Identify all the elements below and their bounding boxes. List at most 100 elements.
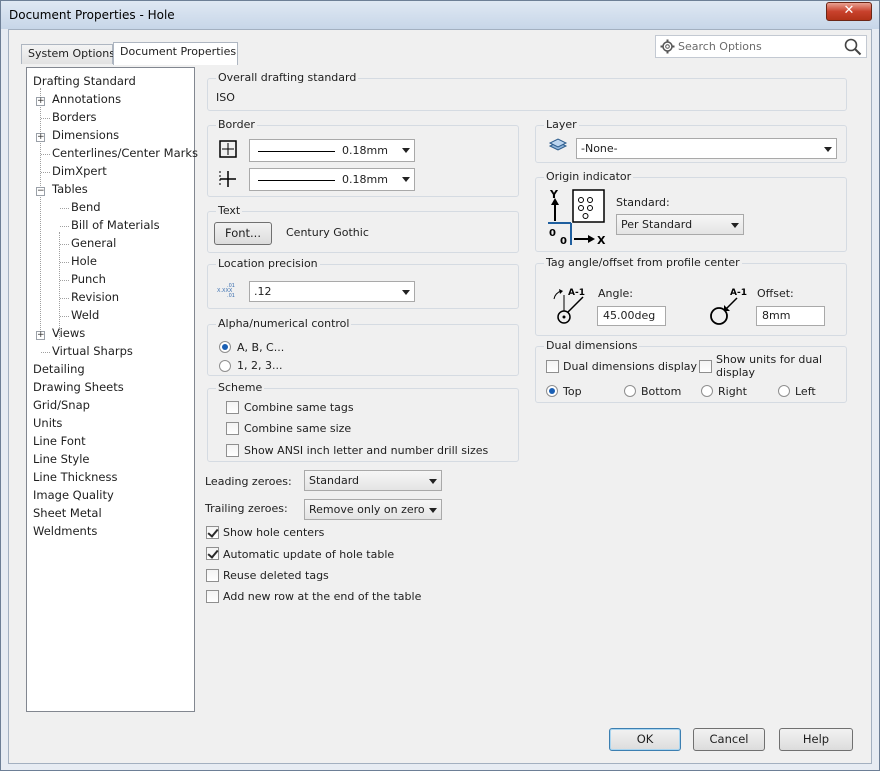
angle-input[interactable]: 45.00deg	[597, 306, 666, 326]
tree-item-hole[interactable]: Hole	[71, 254, 97, 268]
tree-item-general[interactable]: General	[71, 236, 116, 250]
border-thickness-dropdown[interactable]: 0.18mm	[249, 139, 415, 162]
overall-standard-label: Overall drafting standard	[216, 71, 359, 84]
svg-text:X: X	[597, 234, 606, 247]
location-precision-value: .12	[254, 285, 272, 298]
show-units-dual-checkbox[interactable]	[699, 360, 712, 373]
close-button[interactable]: ✕	[826, 2, 872, 21]
tree-item-grid-snap[interactable]: Grid/Snap	[33, 398, 90, 412]
chevron-down-icon	[824, 147, 832, 152]
text-group: Text Font... Century Gothic	[207, 204, 519, 253]
tree-item-virtual-sharps[interactable]: Virtual Sharps	[52, 344, 133, 358]
tree-item-sheet-metal[interactable]: Sheet Metal	[33, 506, 102, 520]
expand-icon[interactable]: +	[36, 331, 45, 340]
expand-icon[interactable]: +	[36, 97, 45, 106]
reuse-deleted-tags-checkbox[interactable]	[206, 569, 219, 582]
alpha-numerical-label: Alpha/numerical control	[216, 317, 352, 330]
location-precision-group: Location precision .01 X.XXX .01 .12	[207, 257, 519, 309]
leading-zeroes-dropdown[interactable]: Standard	[304, 470, 442, 491]
tree-item-centerlines[interactable]: Centerlines/Center Marks	[52, 146, 198, 160]
collapse-icon[interactable]: −	[36, 187, 45, 196]
tree-item-bend[interactable]: Bend	[71, 200, 101, 214]
tree-item-drawing-sheets[interactable]: Drawing Sheets	[33, 380, 124, 394]
angle-label: Angle:	[598, 287, 634, 300]
layer-group: Layer -None-	[535, 118, 847, 163]
search-icon[interactable]	[844, 38, 862, 56]
tree-item-dimxpert[interactable]: DimXpert	[52, 164, 107, 178]
tree-item-detailing[interactable]: Detailing	[33, 362, 85, 376]
tab-document-properties[interactable]: Document Properties	[113, 42, 238, 65]
tree-item-annotations[interactable]: Annotations	[52, 92, 121, 106]
tree-item-borders[interactable]: Borders	[52, 110, 97, 124]
tag-offset-icon: A-1	[710, 288, 747, 325]
search-input[interactable]: Search Options	[678, 40, 762, 53]
origin-standard-value: Per Standard	[621, 218, 693, 231]
tree-item-views[interactable]: Views	[52, 326, 85, 340]
show-ansi-checkbox[interactable]	[226, 444, 239, 457]
auto-update-label: Automatic update of hole table	[223, 548, 395, 561]
tree-item-bill-of-materials[interactable]: Bill of Materials	[71, 218, 160, 232]
expand-icon[interactable]: +	[36, 133, 45, 142]
show-hole-centers-checkbox[interactable]	[206, 526, 219, 539]
search-box[interactable]: Search Options	[655, 35, 867, 58]
location-precision-dropdown[interactable]: .12	[249, 281, 415, 302]
show-units-dual-label: Show units for dual display	[716, 353, 823, 379]
offset-input[interactable]: 8mm	[756, 306, 825, 326]
options-panel: Overall drafting standard ISO Border 0.1…	[196, 67, 856, 712]
ok-button[interactable]: OK	[609, 728, 681, 751]
tree-line	[41, 352, 50, 353]
border-group: Border 0.18mm 0.18mm	[207, 118, 519, 197]
tree-item-drafting-standard[interactable]: Drafting Standard	[33, 74, 136, 88]
font-name: Century Gothic	[286, 226, 369, 239]
combine-same-tags-checkbox[interactable]	[226, 401, 239, 414]
help-button[interactable]: Help	[779, 728, 853, 751]
dual-dimensions-display-checkbox[interactable]	[546, 360, 559, 373]
cancel-button[interactable]: Cancel	[693, 728, 765, 751]
tree-item-line-thickness[interactable]: Line Thickness	[33, 470, 117, 484]
tree-item-revision[interactable]: Revision	[71, 290, 119, 304]
add-new-row-label: Add new row at the end of the table	[223, 590, 422, 603]
tree-item-weld[interactable]: Weld	[71, 308, 99, 322]
tab-system-options[interactable]: System Options	[21, 44, 115, 64]
alpha-radio[interactable]	[219, 341, 231, 353]
trailing-zeroes-dropdown[interactable]: Remove only on zero	[304, 499, 442, 520]
tree-line	[60, 226, 69, 227]
alpha-numerical-group: Alpha/numerical control A, B, C... 1, 2,…	[207, 317, 519, 376]
combine-same-size-checkbox[interactable]	[226, 422, 239, 435]
add-new-row-checkbox[interactable]	[206, 590, 219, 603]
dialog-window: Document Properties - Hole ✕ System Opti…	[0, 0, 880, 771]
svg-text:.01: .01	[227, 293, 235, 298]
zone-line-thickness-dropdown[interactable]: 0.18mm	[249, 168, 415, 191]
tree-item-line-style[interactable]: Line Style	[33, 452, 90, 466]
dual-right-radio[interactable]	[701, 385, 713, 397]
chevron-down-icon	[402, 177, 410, 182]
chevron-down-icon	[429, 479, 437, 484]
dual-bottom-radio[interactable]	[624, 385, 636, 397]
trailing-zeroes-label: Trailing zeroes:	[205, 502, 288, 515]
origin-indicator-icon: Y 00 X	[548, 188, 606, 247]
numeric-radio[interactable]	[219, 360, 231, 372]
origin-standard-dropdown[interactable]: Per Standard	[616, 214, 744, 235]
options-tree[interactable]: Drafting Standard + Annotations Borders …	[26, 67, 198, 712]
tree-item-punch[interactable]: Punch	[71, 272, 106, 286]
tag-angle-offset-group: Tag angle/offset from profile center A-1…	[535, 256, 847, 336]
chevron-down-icon	[402, 148, 410, 153]
tree-item-line-font[interactable]: Line Font	[33, 434, 86, 448]
tree-line	[60, 316, 69, 317]
layer-label: Layer	[544, 118, 579, 131]
layer-value: -None-	[581, 142, 618, 155]
zone-lines-icon	[219, 171, 236, 187]
tree-item-weldments[interactable]: Weldments	[33, 524, 97, 538]
font-button[interactable]: Font...	[214, 222, 272, 245]
auto-update-checkbox[interactable]	[206, 547, 219, 560]
layer-dropdown[interactable]: -None-	[576, 138, 837, 159]
dual-left-label: Left	[795, 385, 816, 398]
tree-item-image-quality[interactable]: Image Quality	[33, 488, 114, 502]
svg-text:A-1: A-1	[730, 288, 747, 298]
tree-item-tables[interactable]: Tables	[52, 182, 88, 196]
dual-left-radio[interactable]	[778, 385, 790, 397]
tree-item-units[interactable]: Units	[33, 416, 62, 430]
dual-top-radio[interactable]	[546, 385, 558, 397]
dual-dimensions-label: Dual dimensions	[544, 339, 640, 352]
tree-item-dimensions[interactable]: Dimensions	[52, 128, 119, 142]
